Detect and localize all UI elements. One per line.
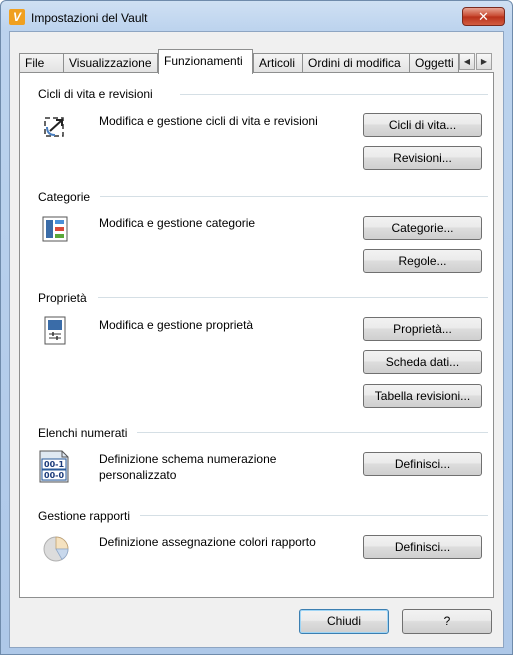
svg-text:00-1: 00-1	[44, 460, 64, 469]
numbering-group-title: Elenchi numerati	[38, 426, 128, 440]
rules-button[interactable]: Regole...	[363, 249, 482, 273]
reports-description: Definizione assegnazione colori rapporto	[99, 535, 316, 549]
tab-articoli[interactable]: Articoli	[253, 53, 303, 73]
lifecycles-description: Modifica e gestione cicli di vita e revi…	[99, 114, 318, 128]
lifecycles-group-title: Cicli di vita e revisioni	[38, 87, 153, 101]
properties-button[interactable]: Proprietà...	[363, 317, 482, 341]
close-window-button[interactable]: ✕	[462, 7, 505, 26]
pie-chart-icon	[41, 534, 69, 562]
close-dialog-button[interactable]: Chiudi	[299, 609, 389, 634]
reports-group-title: Gestione rapporti	[38, 509, 131, 523]
tab-funzionamenti[interactable]: Funzionamenti	[158, 49, 253, 74]
window-title: Impostazioni del Vault	[31, 11, 148, 25]
categories-description: Modifica e gestione categorie	[99, 216, 256, 230]
tab-file[interactable]: File	[19, 53, 64, 73]
categories-group-title: Categorie	[38, 190, 91, 204]
help-button[interactable]: ?	[402, 609, 492, 634]
datasheet-button[interactable]: Scheda dati...	[363, 350, 482, 374]
properties-description: Modifica e gestione proprietà	[99, 318, 254, 332]
categories-button[interactable]: Categorie...	[363, 216, 482, 240]
dialog-window: V Impostazioni del Vault ✕ File Visualiz…	[0, 0, 513, 655]
tab-ordini-di-modifica[interactable]: Ordini di modifica	[302, 53, 410, 73]
tab-scroll-left-button[interactable]: ◀	[459, 53, 475, 70]
lifecycle-icon	[41, 113, 69, 141]
revision-table-button[interactable]: Tabella revisioni...	[363, 384, 482, 408]
funzionamenti-panel: Cicli di vita e revisioni Modifica e ges…	[19, 72, 494, 598]
title-bar[interactable]: V Impostazioni del Vault ✕	[1, 1, 512, 31]
tab-scroll-right-button[interactable]: ▶	[476, 53, 492, 70]
tab-oggetti[interactable]: Oggetti	[409, 53, 459, 73]
lifecycles-button[interactable]: Cicli di vita...	[363, 113, 482, 137]
lifecycles-divider	[180, 94, 488, 95]
revisions-button[interactable]: Revisioni...	[363, 146, 482, 170]
vault-app-icon: V	[9, 9, 25, 25]
define-report-colors-button[interactable]: Definisci...	[363, 535, 482, 559]
properties-group-title: Proprietà	[38, 291, 87, 305]
dialog-client-area: File Visualizzazione Funzionamenti Artic…	[9, 31, 504, 648]
properties-icon	[41, 316, 69, 345]
properties-divider	[98, 297, 488, 298]
numbering-divider	[137, 432, 488, 433]
categories-divider	[100, 196, 488, 197]
tab-strip: File Visualizzazione Funzionamenti Artic…	[19, 49, 469, 74]
numbering-description: Definizione schema numerazione personali…	[99, 452, 277, 482]
svg-text:00-0: 00-0	[44, 471, 64, 480]
reports-divider	[140, 515, 488, 516]
tab-visualizzazione[interactable]: Visualizzazione	[63, 53, 158, 73]
categories-icon	[41, 215, 69, 243]
define-numbering-button[interactable]: Definisci...	[363, 452, 482, 476]
numbering-icon: 00-1 00-0	[38, 449, 72, 483]
